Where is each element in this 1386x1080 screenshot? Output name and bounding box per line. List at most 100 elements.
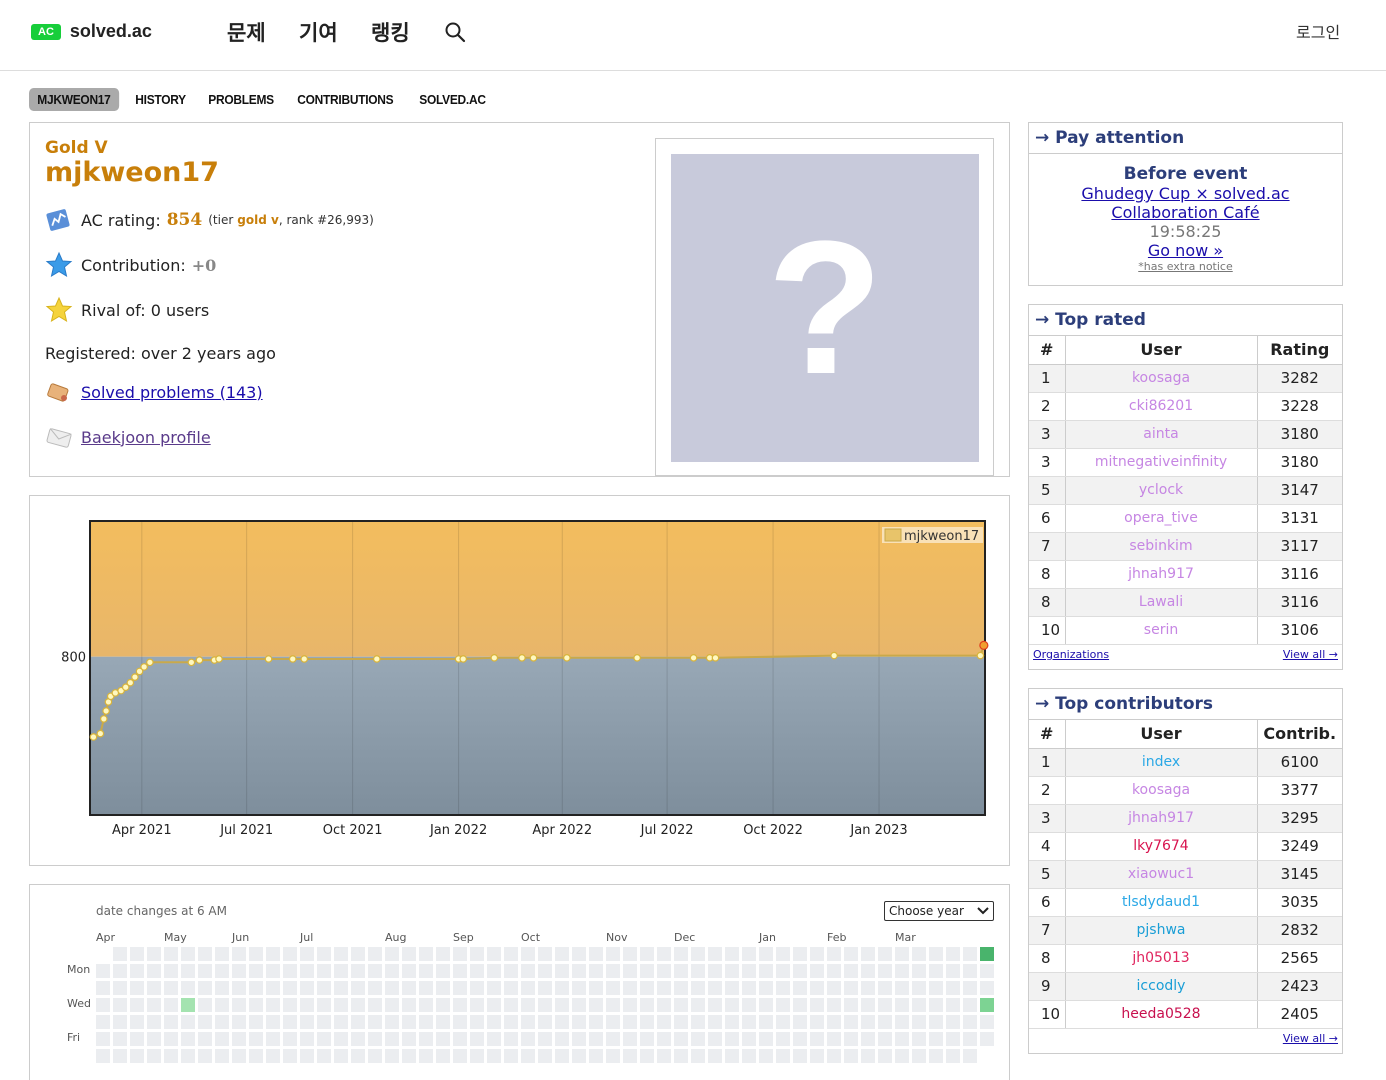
- heatmap-cell[interactable]: [283, 998, 297, 1012]
- heatmap-cell[interactable]: [776, 1015, 790, 1029]
- heatmap-cell[interactable]: [504, 947, 518, 961]
- heatmap-cell[interactable]: [521, 1049, 535, 1063]
- heatmap-cell[interactable]: [589, 964, 603, 978]
- heatmap-cell[interactable]: [946, 1032, 960, 1046]
- nav-problems[interactable]: 문제: [227, 17, 266, 47]
- heatmap-cell[interactable]: [776, 1032, 790, 1046]
- user-link[interactable]: tlsdydaud1: [1065, 888, 1258, 917]
- heatmap-cell[interactable]: [504, 1032, 518, 1046]
- heatmap-cell[interactable]: [657, 964, 671, 978]
- heatmap-cell[interactable]: [963, 981, 977, 995]
- heatmap-cell[interactable]: [759, 1015, 773, 1029]
- user-link[interactable]: lky7674: [1065, 832, 1258, 861]
- heatmap-cell[interactable]: [657, 1015, 671, 1029]
- heatmap-cell[interactable]: [742, 981, 756, 995]
- heatmap-cell[interactable]: [419, 1015, 433, 1029]
- heatmap-cell[interactable]: [810, 998, 824, 1012]
- heatmap-cell[interactable]: [844, 1049, 858, 1063]
- heatmap-cell[interactable]: [198, 964, 212, 978]
- heatmap-cell[interactable]: [810, 1015, 824, 1029]
- heatmap-cell[interactable]: [878, 1032, 892, 1046]
- heatmap-cell[interactable]: [164, 998, 178, 1012]
- user-link[interactable]: sebinkim: [1065, 532, 1258, 561]
- heatmap-cell[interactable]: [130, 947, 144, 961]
- heatmap-cell[interactable]: [147, 981, 161, 995]
- heatmap-cell[interactable]: [113, 947, 127, 961]
- heatmap-cell[interactable]: [198, 998, 212, 1012]
- heatmap-cell[interactable]: [929, 964, 943, 978]
- heatmap-cell[interactable]: [776, 998, 790, 1012]
- heatmap-cell[interactable]: [572, 998, 586, 1012]
- heatmap-cell[interactable]: [436, 1032, 450, 1046]
- heatmap-cell[interactable]: [504, 964, 518, 978]
- heatmap-cell[interactable]: [589, 981, 603, 995]
- heatmap-cell[interactable]: [470, 998, 484, 1012]
- heatmap-cell[interactable]: [470, 1049, 484, 1063]
- heatmap-cell[interactable]: [895, 947, 909, 961]
- heatmap-cell[interactable]: [113, 1015, 127, 1029]
- heatmap-cell[interactable]: [572, 1049, 586, 1063]
- heatmap-cell[interactable]: [912, 1049, 926, 1063]
- heatmap-cell[interactable]: [215, 1049, 229, 1063]
- heatmap-cell[interactable]: [895, 964, 909, 978]
- heatmap-cell[interactable]: [453, 998, 467, 1012]
- heatmap-cell[interactable]: [453, 1032, 467, 1046]
- tab-contributions[interactable]: CONTRIBUTIONS: [289, 88, 402, 111]
- event-go-link[interactable]: Go now »: [1148, 241, 1223, 260]
- heatmap-cell[interactable]: [317, 1032, 331, 1046]
- heatmap-cell[interactable]: [147, 998, 161, 1012]
- heatmap-cell[interactable]: [317, 964, 331, 978]
- user-link[interactable]: koosaga: [1065, 364, 1258, 393]
- login-link[interactable]: 로그인: [1296, 19, 1340, 43]
- heatmap-cell[interactable]: [725, 1032, 739, 1046]
- heatmap-cell[interactable]: [827, 947, 841, 961]
- heatmap-cell[interactable]: [300, 1015, 314, 1029]
- heatmap-cell[interactable]: [827, 1032, 841, 1046]
- heatmap-cell[interactable]: [538, 947, 552, 961]
- heatmap-cell[interactable]: [946, 1049, 960, 1063]
- heatmap-cell[interactable]: [266, 1049, 280, 1063]
- heatmap-cell[interactable]: [96, 1015, 110, 1029]
- heatmap-cell[interactable]: [215, 1032, 229, 1046]
- heatmap-cell[interactable]: [759, 964, 773, 978]
- heatmap-cell[interactable]: [895, 981, 909, 995]
- heatmap-cell[interactable]: [249, 1032, 263, 1046]
- heatmap-cell[interactable]: [708, 947, 722, 961]
- heatmap-cell[interactable]: [810, 947, 824, 961]
- site-logo[interactable]: AC solved.ac: [31, 21, 152, 42]
- heatmap-cell[interactable]: [657, 981, 671, 995]
- heatmap-cell[interactable]: [538, 981, 552, 995]
- heatmap-cell[interactable]: [759, 981, 773, 995]
- heatmap-cell[interactable]: [113, 1049, 127, 1063]
- heatmap-cell[interactable]: [606, 964, 620, 978]
- heatmap-cell[interactable]: [436, 1049, 450, 1063]
- heatmap-cell[interactable]: [572, 981, 586, 995]
- heatmap-cell[interactable]: [861, 1032, 875, 1046]
- heatmap-cell[interactable]: [266, 981, 280, 995]
- heatmap-cell[interactable]: [470, 981, 484, 995]
- heatmap-cell[interactable]: [963, 998, 977, 1012]
- heatmap-cell[interactable]: [555, 981, 569, 995]
- heatmap-cell[interactable]: [368, 1015, 382, 1029]
- heatmap-cell[interactable]: [232, 981, 246, 995]
- heatmap-cell[interactable]: [691, 1049, 705, 1063]
- heatmap-cell[interactable]: [606, 947, 620, 961]
- heatmap-cell[interactable]: [419, 1049, 433, 1063]
- heatmap-cell[interactable]: [793, 1015, 807, 1029]
- heatmap-cell[interactable]: [419, 998, 433, 1012]
- heatmap-cell[interactable]: [946, 998, 960, 1012]
- heatmap-cell[interactable]: [929, 1049, 943, 1063]
- heatmap-cell[interactable]: [606, 998, 620, 1012]
- heatmap-cell[interactable]: [793, 1032, 807, 1046]
- heatmap-cell[interactable]: [589, 1049, 603, 1063]
- heatmap-cell[interactable]: [368, 947, 382, 961]
- heatmap-cell[interactable]: [232, 1015, 246, 1029]
- heatmap-cell[interactable]: [453, 981, 467, 995]
- heatmap-cell[interactable]: [368, 1032, 382, 1046]
- heatmap-cell[interactable]: [674, 981, 688, 995]
- heatmap-cell[interactable]: [623, 981, 637, 995]
- heatmap-cell[interactable]: [844, 964, 858, 978]
- heatmap-cell[interactable]: [249, 1049, 263, 1063]
- heatmap-cell[interactable]: [198, 947, 212, 961]
- user-link[interactable]: jhnah917: [1065, 560, 1258, 589]
